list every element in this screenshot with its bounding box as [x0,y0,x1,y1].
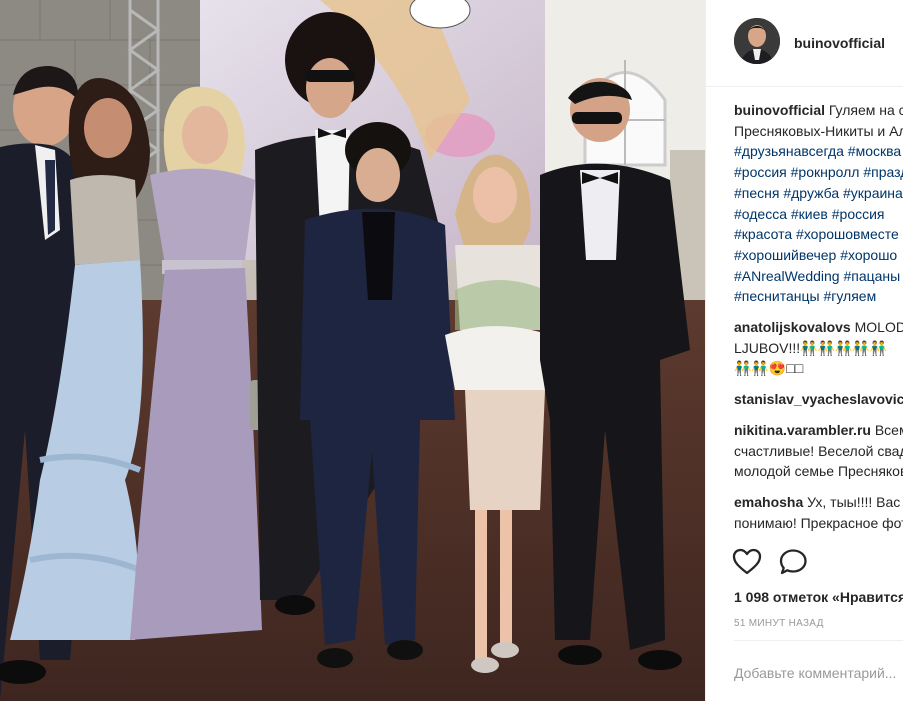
comment-text: Гуляем на свадьбе [828,102,903,118]
comment-username[interactable]: stanislav_vyacheslavovich [734,391,903,407]
comment-text: понимаю! Прекрасное фото [734,514,903,531]
hashtag-line[interactable]: #друзьянавсегда #москва [734,143,901,159]
comment-text: счастливые! Веселой свадьбы [734,442,903,459]
comment-line: 👬👬😍□□ [734,358,903,379]
comment-line: #ANrealWedding #пацаны [734,266,903,287]
hashtag-line[interactable]: #красота #хорошовместе [734,226,899,242]
post-photo[interactable] [0,0,705,701]
comment-line: nikitina.varambler.ru Всем [734,420,903,441]
comment-text: 👬👬😍□□ [734,360,804,377]
post-username[interactable]: buinovofficial [794,35,885,51]
add-comment-input[interactable] [734,665,903,681]
hashtag-line[interactable]: #ANrealWedding #пацаны [734,268,900,284]
comment-line: anatolijskovalovs MOLODCI [734,317,903,338]
hashtag-line[interactable]: #одесса #киев #россия [734,206,885,222]
avatar[interactable] [734,18,780,64]
comment-username[interactable]: nikitina.varambler.ru [734,422,871,438]
likes-count[interactable]: 1 098 отметок «Нравится» [734,589,903,605]
comment-line: молодой семье Пресняковых [734,461,903,482]
comment-line: #песнитанцы #гуляем [734,286,903,307]
comment-text: молодой семье Пресняковых [734,463,903,480]
comment-text: Пресняковых-Никиты и Алёны [734,122,903,139]
comment-line: #россия #рокнролл #праздник [734,162,903,183]
comment-line: #одесса #киев #россия [734,204,903,225]
comment-line: счастливые! Веселой свадьбы [734,441,903,462]
comment-username[interactable]: emahosha [734,494,803,510]
hashtag-line[interactable]: #песнитанцы #гуляем [734,288,876,304]
comment-line: stanislav_vyacheslavovich [734,389,903,410]
comment-item: stanislav_vyacheslavovich [734,389,903,410]
comment-text: Всем [874,421,903,438]
divider [734,640,903,641]
heart-icon[interactable] [732,548,762,576]
comment-line: Пресняковых-Никиты и Алёны [734,121,903,142]
post-time[interactable]: 51 МИНУТ НАЗАД [734,618,824,629]
comment-username[interactable]: anatolijskovalovs [734,319,851,335]
hashtag-line[interactable]: #песня #дружба #украина [734,185,903,201]
comment-line: #красота #хорошовместе [734,224,903,245]
comment-icon[interactable] [779,548,809,576]
post-header: buinovofficial [706,0,903,87]
hashtag-line[interactable]: #россия #рокнролл #праздник [734,164,903,180]
comment-line: #друзьянавсегда #москва [734,141,903,162]
comments-list: buinovofficial Гуляем на свадьбеПресняко… [734,100,903,543]
comment-line: #хорошийвечер #хорошо [734,245,903,266]
comment-line: LJUBOV!!!👬👬👬👬👬 [734,338,903,359]
post-panel: buinovofficial buinovofficial Гуляем на … [705,0,903,701]
comment-text: LJUBOV!!!👬👬👬👬👬 [734,339,888,356]
comment-line: #песня #дружба #украина [734,183,903,204]
hashtag-line[interactable]: #хорошийвечер #хорошо [734,247,897,263]
comment-username[interactable]: buinovofficial [734,102,825,118]
comment-line: buinovofficial Гуляем на свадьбе [734,100,903,121]
comment-line: понимаю! Прекрасное фото [734,513,903,534]
comment-item: emahosha Ух, тыы!!!! Вас понимаю! Прекрас… [734,492,903,533]
comment-line: emahosha Ух, тыы!!!! Вас [734,492,903,513]
comment-text: MOLODCI [854,319,903,336]
comment-item: nikitina.varambler.ru Всемсчастливые! Ве… [734,420,903,482]
comment-item: buinovofficial Гуляем на свадьбеПресняко… [734,100,903,307]
comment-item: anatolijskovalovs MOLODCILJUBOV!!!👬👬👬👬👬👬… [734,317,903,379]
comment-text: Ух, тыы!!!! Вас [807,493,901,510]
